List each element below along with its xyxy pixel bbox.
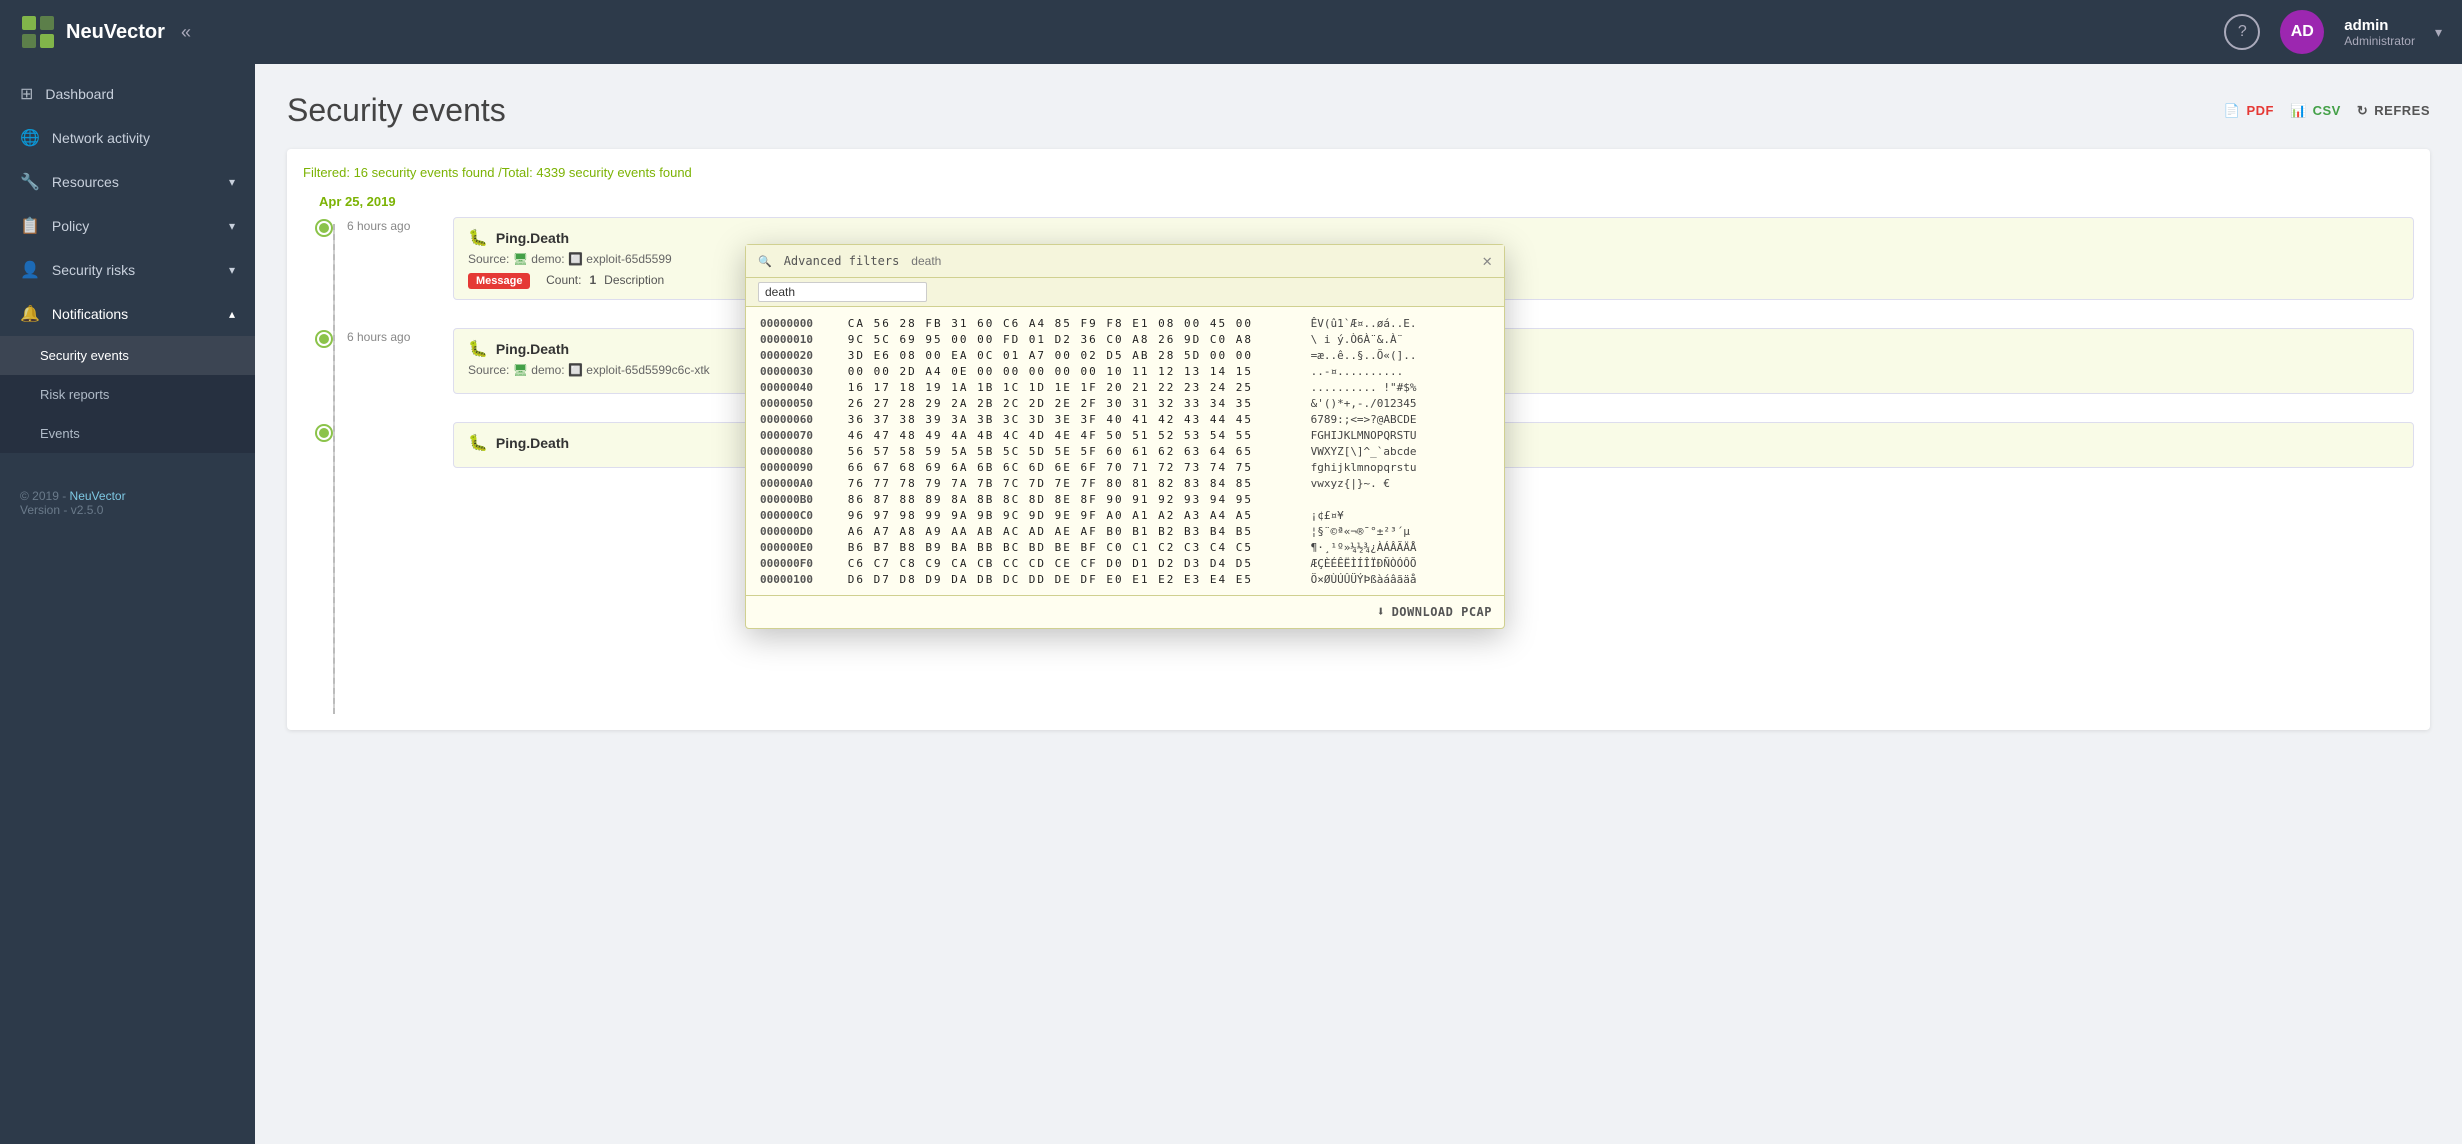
user-menu-chevron[interactable]: ▾ — [2435, 24, 2442, 41]
hex-table-container[interactable]: 00000000CA 56 28 FB 31 60 C6 A4 85 F9 F8… — [746, 307, 1504, 595]
hex-search-input[interactable] — [911, 254, 1066, 268]
source-icon: 🔲 — [568, 363, 583, 377]
hex-popup-title-row — [746, 278, 1504, 307]
filter-line: Filtered: 16 security events found /Tota… — [303, 165, 2414, 180]
resources-icon: 🔧 — [20, 172, 40, 192]
timeline-dot — [317, 332, 331, 346]
sidebar-item-notifications[interactable]: 🔔 Notifications ▴ — [0, 292, 255, 336]
event-time — [347, 422, 437, 424]
sidebar-item-label: Dashboard — [45, 86, 114, 102]
sidebar-footer: © 2019 - NeuVector Version - v2.5.0 — [0, 473, 255, 533]
user-role: Administrator — [2344, 34, 2415, 48]
policy-icon: 📋 — [20, 216, 40, 236]
hex-table: 00000000CA 56 28 FB 31 60 C6 A4 85 F9 F8… — [758, 315, 1492, 587]
refresh-button[interactable]: ↻ REFRES — [2357, 103, 2430, 119]
sidebar-item-security-risks[interactable]: 👤 Security risks ▾ — [0, 248, 255, 292]
topbar-right: ? AD admin Administrator ▾ — [2224, 10, 2442, 54]
chevron-down-icon: ▾ — [229, 219, 235, 233]
user-name: admin — [2344, 17, 2415, 34]
notifications-icon: 🔔 — [20, 304, 40, 324]
content: Security events 📄 PDF 📊 CSV ↻ REFRES Fil… — [255, 64, 2462, 1144]
container-icon: 🖥 — [513, 363, 528, 377]
message-button[interactable]: Message — [468, 273, 530, 289]
notifications-submenu: Security events Risk reports Events — [0, 336, 255, 453]
csv-button[interactable]: 📊 CSV — [2290, 103, 2341, 119]
hex-popup-footer: ⬇ DOWNLOAD PCAP — [746, 595, 1504, 628]
toolbar-buttons: 📄 PDF 📊 CSV ↻ REFRES — [2224, 103, 2430, 119]
download-pcap-button[interactable]: ⬇ DOWNLOAD PCAP — [1377, 604, 1492, 620]
sidebar-item-label: Notifications — [52, 306, 128, 322]
adv-filter-label: Advanced filters — [784, 254, 900, 268]
search-icon: 🔍 — [758, 255, 772, 268]
page-title: Security events — [287, 92, 2224, 129]
main-layout: ⊞ Dashboard 🌐 Network activity 🔧 Resourc… — [0, 64, 2462, 1144]
chevron-down-icon: ▾ — [229, 263, 235, 277]
pdf-button[interactable]: 📄 PDF — [2224, 103, 2274, 119]
death-input[interactable] — [758, 282, 927, 302]
event-time: 6 hours ago — [347, 217, 437, 233]
sidebar-item-security-events[interactable]: Security events — [0, 336, 255, 375]
chevron-down-icon: ▾ — [229, 175, 235, 189]
sidebar-item-label: Resources — [52, 174, 119, 190]
sidebar-sub-label: Security events — [40, 348, 129, 363]
bug-icon: 🐛 — [468, 433, 488, 453]
avatar: AD — [2280, 10, 2324, 54]
network-icon: 🌐 — [20, 128, 40, 148]
footer-link[interactable]: NeuVector — [70, 489, 126, 503]
sidebar-item-label: Policy — [52, 218, 89, 234]
timeline-date: Apr 25, 2019 — [303, 194, 2414, 209]
container-icon: 🖥 — [513, 252, 528, 266]
user-info: admin Administrator — [2344, 17, 2415, 48]
sidebar-sub-label: Events — [40, 426, 80, 441]
version-text: Version - v2.5.0 — [20, 503, 103, 517]
chevron-up-icon: ▴ — [229, 307, 235, 321]
hex-popup: 🔍 Advanced filters ✕ 00000000CA 56 28 FB… — [745, 244, 1505, 629]
hex-popup-header: 🔍 Advanced filters ✕ — [746, 245, 1504, 278]
sidebar-item-risk-reports[interactable]: Risk reports — [0, 375, 255, 414]
security-icon: 👤 — [20, 260, 40, 280]
sidebar-sub-label: Risk reports — [40, 387, 109, 402]
help-button[interactable]: ? — [2224, 14, 2260, 50]
sidebar-item-events[interactable]: Events — [0, 414, 255, 453]
event-count: Count: 1 Description — [546, 273, 664, 287]
dashboard-icon: ⊞ — [20, 84, 33, 104]
sidebar-item-policy[interactable]: 📋 Policy ▾ — [0, 204, 255, 248]
timeline-dot — [317, 221, 331, 235]
logo-text: NeuVector — [66, 21, 165, 44]
refresh-icon: ↻ — [2357, 103, 2368, 119]
sidebar-item-label: Network activity — [52, 130, 150, 146]
bug-icon: 🐛 — [468, 228, 488, 248]
sidebar-item-label: Security risks — [52, 262, 135, 278]
sidebar-item-resources[interactable]: 🔧 Resources ▾ — [0, 160, 255, 204]
content-header: Security events 📄 PDF 📊 CSV ↻ REFRES — [287, 92, 2430, 129]
logo-icon — [20, 14, 56, 50]
bug-icon: 🐛 — [468, 339, 488, 359]
collapse-button[interactable]: « — [181, 22, 191, 43]
timeline-dot — [317, 426, 331, 440]
help-icon: ? — [2238, 23, 2247, 41]
close-icon[interactable]: ✕ — [1482, 253, 1492, 269]
source-icon: 🔲 — [568, 252, 583, 266]
sidebar-item-network-activity[interactable]: 🌐 Network activity — [0, 116, 255, 160]
pdf-icon: 📄 — [2224, 103, 2241, 119]
sidebar-item-dashboard[interactable]: ⊞ Dashboard — [0, 72, 255, 116]
event-time: 6 hours ago — [347, 328, 437, 344]
csv-icon: 📊 — [2290, 103, 2307, 119]
download-icon: ⬇ — [1377, 604, 1386, 620]
logo: NeuVector — [20, 14, 165, 50]
sidebar: ⊞ Dashboard 🌐 Network activity 🔧 Resourc… — [0, 64, 255, 1144]
topbar: NeuVector « ? AD admin Administrator ▾ — [0, 0, 2462, 64]
